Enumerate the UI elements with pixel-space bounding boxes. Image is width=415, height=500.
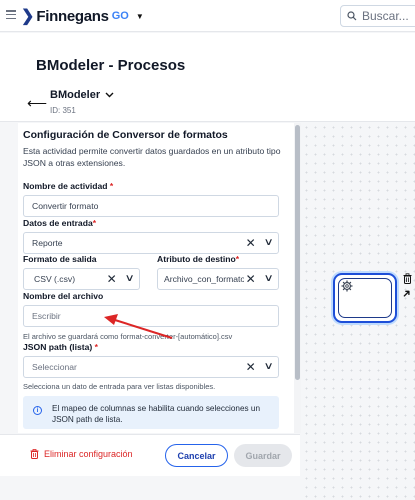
- output-format-value: CSV (.csv): [34, 274, 76, 284]
- output-format-select[interactable]: CSV (.csv) ✕ ∨: [23, 268, 140, 290]
- json-path-placeholder: Seleccionar: [32, 362, 77, 372]
- trash-icon[interactable]: [403, 273, 412, 284]
- chevron-down-icon[interactable]: ∨: [263, 273, 273, 285]
- panel-footer: Eliminar configuración Cancelar Guardar: [0, 434, 300, 476]
- brand-name: Finnegans: [36, 7, 109, 25]
- chevron-down-icon[interactable]: ∨: [263, 237, 273, 249]
- delete-configuration-label: Eliminar configuración: [44, 449, 133, 459]
- section-description: Esta actividad permite convertir datos g…: [23, 146, 281, 168]
- chevron-down-icon: [105, 92, 114, 98]
- target-attribute-select[interactable]: Archivo_con_formato ✕ ∨: [157, 268, 279, 290]
- top-navigation-bar: ❯ Finnegans GO ▼ Buscar...: [0, 0, 415, 32]
- close-icon[interactable]: ✕: [246, 361, 256, 373]
- delete-configuration-button[interactable]: Eliminar configuración: [30, 449, 133, 459]
- configuration-panel: Configuración de Conversor de formatos E…: [18, 123, 294, 433]
- activity-name-value: Convertir formato: [32, 201, 99, 211]
- json-path-hint: Selecciona un dato de entrada para ver l…: [23, 382, 216, 391]
- info-banner: i El mapeo de columnas se habilita cuand…: [23, 396, 279, 429]
- scrollbar-thumb[interactable]: [295, 125, 300, 380]
- chevron-down-icon[interactable]: ∨: [124, 273, 134, 285]
- page-title: BModeler - Procesos: [36, 57, 186, 74]
- save-button[interactable]: Guardar: [234, 444, 292, 467]
- panel-scrollbar[interactable]: [294, 123, 301, 433]
- info-message: El mapeo de columnas se habilita cuando …: [52, 404, 261, 424]
- section-title: Configuración de Conversor de formatos: [23, 129, 228, 141]
- diagram-canvas[interactable]: ➜: [302, 123, 415, 500]
- chevron-down-icon[interactable]: ∨: [263, 361, 273, 373]
- activity-name-label: Nombre de actividad *: [23, 181, 114, 191]
- input-data-value: Reporte: [32, 238, 63, 248]
- process-selector[interactable]: BModeler: [50, 89, 114, 101]
- target-attribute-label: Atributo de destino*: [157, 254, 240, 264]
- close-icon[interactable]: ✕: [107, 273, 117, 285]
- gear-icon: [341, 280, 353, 292]
- json-path-label: JSON path (lista) *: [23, 342, 98, 352]
- arrow-icon[interactable]: ➜: [399, 286, 414, 301]
- file-name-hint: El archivo se guardará como format-conve…: [23, 332, 233, 341]
- process-id: ID: 351: [50, 106, 76, 115]
- file-name-label: Nombre del archivo: [23, 291, 104, 301]
- caret-down-icon: ▼: [135, 11, 144, 21]
- info-icon: i: [33, 406, 42, 415]
- process-name: BModeler: [50, 89, 101, 101]
- arrow-left-icon[interactable]: ⟵: [27, 95, 47, 112]
- output-format-label: Formato de salida: [23, 254, 97, 264]
- task-node[interactable]: [333, 273, 397, 323]
- trash-icon: [30, 449, 39, 459]
- file-name-placeholder: Escribir: [32, 311, 61, 321]
- close-icon[interactable]: ✕: [246, 273, 256, 285]
- search-placeholder: Buscar...: [362, 9, 409, 23]
- search-input[interactable]: Buscar...: [340, 5, 415, 27]
- close-icon[interactable]: ✕: [246, 237, 256, 249]
- chevron-logo-icon: ❯: [21, 8, 35, 25]
- input-data-select[interactable]: Reporte ✕ ∨: [23, 232, 279, 254]
- file-name-input[interactable]: Escribir: [23, 305, 279, 327]
- brand-switcher[interactable]: ❯ Finnegans GO ▼: [21, 6, 144, 26]
- json-path-select[interactable]: Seleccionar ✕ ∨: [23, 356, 279, 378]
- activity-name-field[interactable]: Convertir formato: [23, 195, 279, 217]
- cancel-button[interactable]: Cancelar: [165, 444, 228, 467]
- brand-suffix: GO: [111, 10, 129, 22]
- hamburger-menu-icon[interactable]: [6, 10, 16, 19]
- target-attribute-value: Archivo_con_formato: [164, 274, 246, 284]
- input-data-label: Datos de entrada*: [23, 218, 97, 228]
- page-header: BModeler - Procesos ⟵ BModeler ID: 351: [0, 33, 415, 122]
- search-icon: [347, 11, 357, 21]
